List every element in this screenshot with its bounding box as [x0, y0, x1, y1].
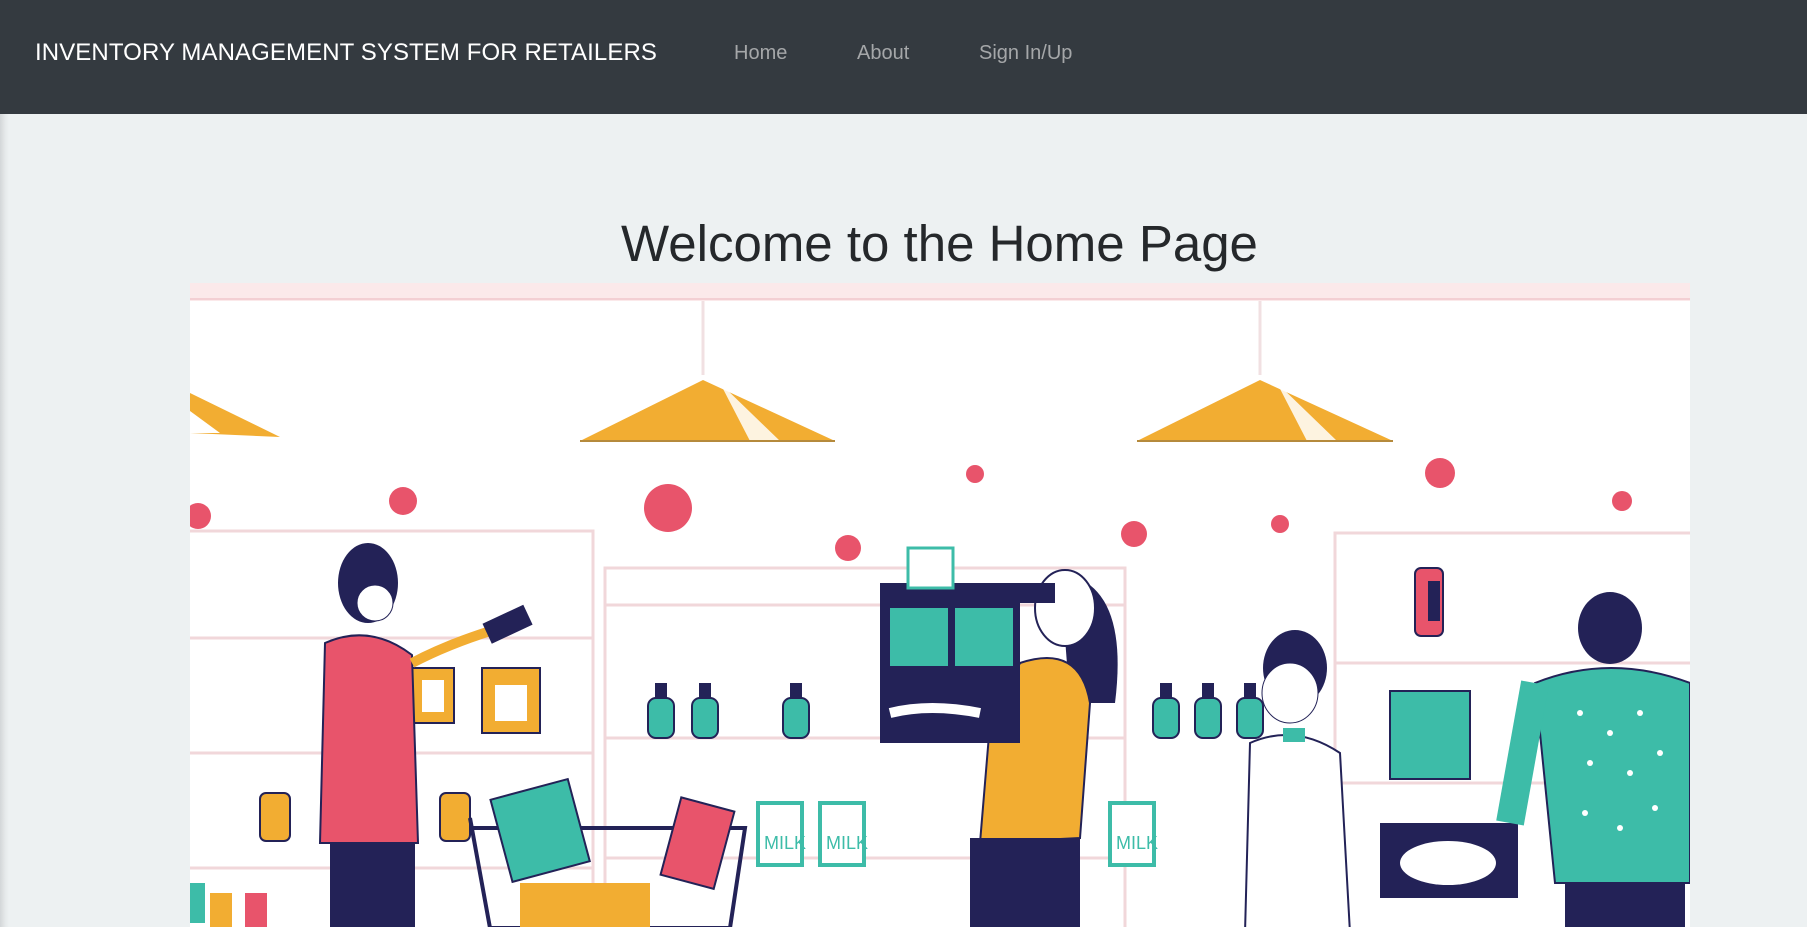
nav-link-home[interactable]: Home: [734, 42, 787, 65]
ceiling-lamp-left: [190, 393, 280, 437]
page-heading: Welcome to the Home Page: [621, 215, 1258, 272]
nav-link-sign-in-up[interactable]: Sign In/Up: [979, 42, 1072, 65]
virus-particles: [190, 458, 1632, 561]
hero-image: MILK MILK MILK: [190, 283, 1690, 927]
top-navbar: INVENTORY MANAGEMENT SYSTEM FOR RETAILER…: [0, 0, 1807, 114]
grocery-store-illustration: MILK MILK MILK: [190, 283, 1690, 927]
svg-text:MILK: MILK: [764, 833, 806, 853]
milk-cartons: MILK MILK MILK: [756, 801, 1158, 867]
svg-text:MILK: MILK: [1116, 833, 1158, 853]
svg-text:MILK: MILK: [826, 833, 868, 853]
shopper-teal-shirt: [1496, 592, 1690, 927]
brand-title[interactable]: INVENTORY MANAGEMENT SYSTEM FOR RETAILER…: [35, 39, 657, 67]
shopping-cart: [468, 777, 748, 927]
shopper-yellow-sweater: [880, 546, 1118, 927]
ceiling-lamp-right: [1137, 380, 1393, 442]
ceiling-lamp-center: [580, 380, 835, 442]
nav-link-about[interactable]: About: [857, 42, 909, 65]
